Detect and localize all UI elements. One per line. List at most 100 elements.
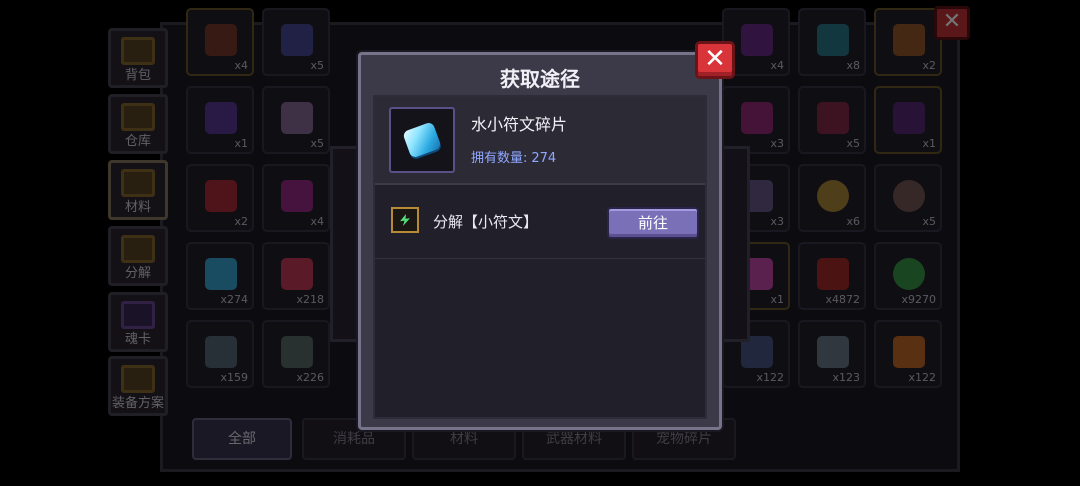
item-name: 水小符文碎片	[471, 115, 568, 134]
soul-card-icon	[121, 301, 155, 329]
inventory-slot[interactable]: x218	[262, 242, 330, 310]
side-tab-label: 背包	[124, 68, 151, 83]
owned-count-label: 拥有数量:	[471, 151, 528, 166]
item-icon	[741, 102, 773, 134]
slot-count: x122	[908, 371, 936, 384]
go-button[interactable]: 前往	[607, 207, 699, 239]
inventory-close-button[interactable]: ✕	[934, 6, 970, 40]
crystal-shard-icon	[402, 121, 442, 159]
item-icon	[893, 102, 925, 134]
slot-count: x5	[310, 137, 324, 150]
item-icon	[281, 336, 313, 368]
source-row: 分解【小符文】 前往	[375, 189, 705, 259]
item-icon	[281, 180, 313, 212]
rune-shard-icon	[205, 258, 237, 290]
item-icon	[205, 24, 237, 56]
item-icon	[817, 102, 849, 134]
inventory-slot[interactable]: x8	[798, 8, 866, 76]
slot-count: x274	[220, 293, 248, 306]
side-tab-equipment-sets[interactable]: 装备方案	[108, 356, 168, 416]
inventory-slot[interactable]: x2	[874, 8, 942, 76]
side-tab-warehouse[interactable]: 仓库	[108, 94, 168, 154]
slot-count: x123	[832, 371, 860, 384]
slot-count: x5	[310, 59, 324, 72]
dialog-title: 获取途径	[500, 67, 580, 91]
decompose-tab-icon	[121, 235, 155, 263]
slot-count: x9270	[901, 293, 936, 306]
slot-count: x3	[770, 137, 784, 150]
slot-count: x5	[846, 137, 860, 150]
side-tab-soul-cards[interactable]: 魂卡	[108, 292, 168, 352]
side-tab-label: 仓库	[124, 134, 151, 149]
slot-count: x8	[846, 59, 860, 72]
side-tab-decompose[interactable]: 分解	[108, 226, 168, 286]
magnifier-icon	[893, 180, 925, 212]
slot-count: x1	[234, 137, 248, 150]
side-tab-backpack[interactable]: 背包	[108, 28, 168, 88]
slot-count: x1	[770, 293, 784, 306]
inventory-slot[interactable]: x6	[798, 164, 866, 232]
inventory-slot[interactable]: x2	[186, 164, 254, 232]
slot-count: x4872	[825, 293, 860, 306]
acquire-source-dialog: 获取途径 ✕ 水小符文碎片 拥有数量: 274 分解【小符文】 前往	[358, 41, 735, 430]
inventory-slot[interactable]: x1	[186, 86, 254, 154]
item-icon	[741, 24, 773, 56]
slot-count: x2	[922, 59, 936, 72]
side-tab-label: 魂卡	[124, 332, 151, 347]
slot-count: x4	[770, 59, 784, 72]
item-icon	[281, 24, 313, 56]
inventory-slot[interactable]: x1	[874, 86, 942, 154]
dialog-content: 水小符文碎片 拥有数量: 274 分解【小符文】 前往	[373, 95, 707, 419]
equipment-icon	[121, 365, 155, 393]
slot-count: x4	[310, 215, 324, 228]
owned-count: 拥有数量: 274	[471, 147, 556, 166]
item-icon	[893, 336, 925, 368]
slot-count: x226	[296, 371, 324, 384]
item-icon	[281, 102, 313, 134]
item-icon	[817, 24, 849, 56]
inventory-slot[interactable]: x159	[186, 320, 254, 388]
side-tab-label: 材料	[124, 200, 151, 215]
item-icon	[205, 336, 237, 368]
side-tab-materials[interactable]: 材料	[108, 160, 168, 220]
item-icon	[205, 102, 237, 134]
materials-icon	[121, 169, 155, 197]
magnifier-icon	[817, 180, 849, 212]
side-tab-label: 装备方案	[111, 396, 164, 411]
item-icon-frame	[389, 107, 455, 173]
slot-count: x5	[922, 215, 936, 228]
close-button[interactable]: ✕	[695, 41, 735, 79]
rune-shard-icon	[281, 258, 313, 290]
slot-count: x159	[220, 371, 248, 384]
inventory-slot[interactable]: x5	[262, 86, 330, 154]
item-icon	[893, 24, 925, 56]
inventory-slot[interactable]: x4872	[798, 242, 866, 310]
slot-count: x122	[756, 371, 784, 384]
slot-count: x4	[234, 59, 248, 72]
inventory-slot[interactable]: x122	[874, 320, 942, 388]
tab-all[interactable]: 全部	[192, 418, 292, 460]
slot-count: x1	[922, 137, 936, 150]
slot-count: x2	[234, 215, 248, 228]
inventory-slot[interactable]: x9270	[874, 242, 942, 310]
chest-icon	[121, 37, 155, 65]
inventory-slot[interactable]: x5	[874, 164, 942, 232]
item-icon	[817, 258, 849, 290]
side-tab-label: 分解	[124, 266, 151, 281]
decompose-icon	[391, 207, 419, 233]
owned-count-value: 274	[531, 151, 557, 166]
inventory-slot[interactable]: x123	[798, 320, 866, 388]
inventory-slot[interactable]: x274	[186, 242, 254, 310]
inventory-slot[interactable]: x4	[186, 8, 254, 76]
inventory-slot[interactable]: x226	[262, 320, 330, 388]
slot-count: x3	[770, 215, 784, 228]
inventory-slot[interactable]: x5	[798, 86, 866, 154]
item-icon	[205, 180, 237, 212]
inventory-slot[interactable]: x4	[262, 164, 330, 232]
item-info: 水小符文碎片 拥有数量: 274	[375, 97, 705, 185]
slot-count: x218	[296, 293, 324, 306]
inventory-slot[interactable]: x5	[262, 8, 330, 76]
inventory-slot[interactable]: x3	[722, 86, 790, 154]
source-label: 分解【小符文】	[433, 213, 539, 231]
item-icon	[893, 258, 925, 290]
